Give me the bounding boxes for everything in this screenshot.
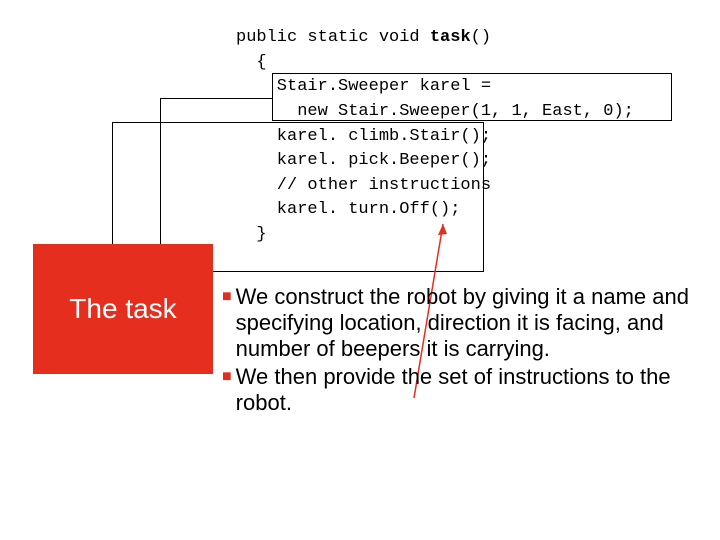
bullet-item: ■ We construct the robot by giving it a … (222, 284, 710, 362)
square-bullet-icon: ■ (222, 364, 232, 390)
bullet-item: ■ We then provide the set of instruction… (222, 364, 710, 416)
code-l1b: task (430, 28, 471, 47)
slide-title-box: The task (33, 244, 213, 374)
bullet-text: We construct the robot by giving it a na… (236, 284, 710, 362)
connector-line (160, 98, 161, 245)
square-bullet-icon: ■ (222, 284, 232, 310)
connector-line (160, 98, 272, 99)
code-highlight-box-1 (272, 73, 672, 121)
code-l1c: () (471, 28, 491, 47)
bullet-list: ■ We construct the robot by giving it a … (222, 284, 710, 418)
code-l2: { (236, 53, 267, 72)
code-l1a: public static void (236, 28, 430, 47)
bullet-text: We then provide the set of instructions … (236, 364, 710, 416)
slide-title: The task (69, 293, 176, 325)
